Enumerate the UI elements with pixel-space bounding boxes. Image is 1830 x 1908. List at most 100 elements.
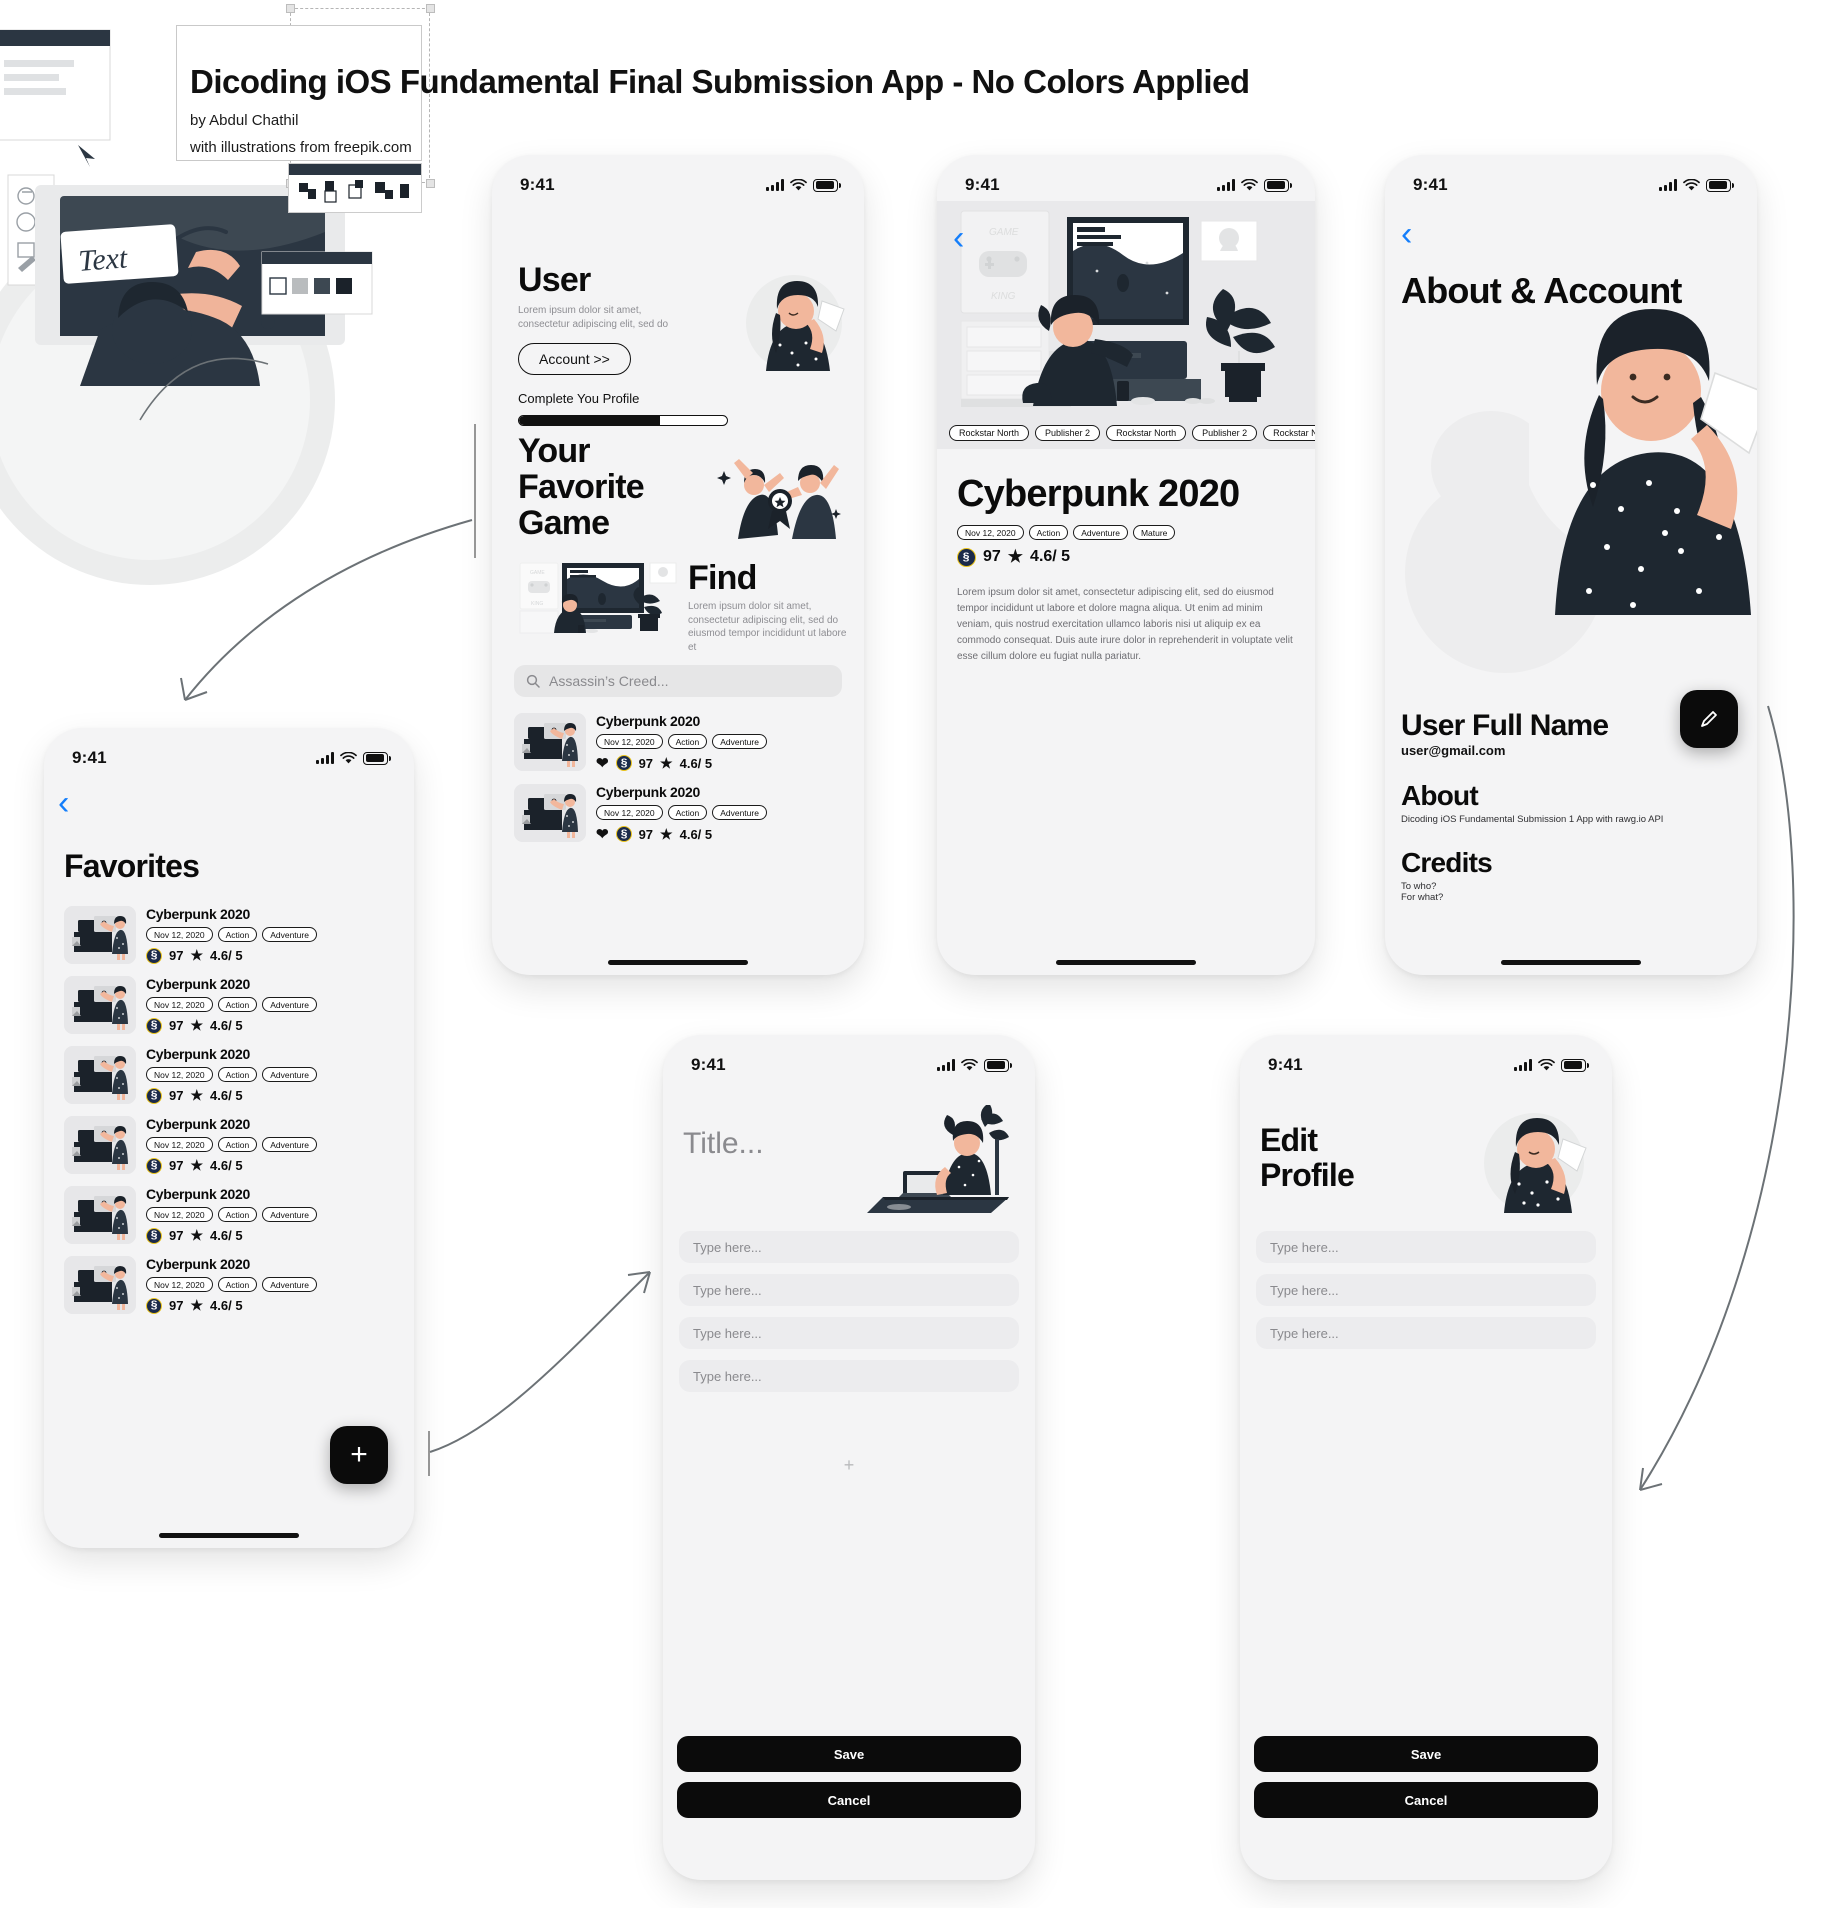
form-text-input[interactable]: Type here...: [1256, 1274, 1596, 1306]
battery-icon: [984, 1058, 1013, 1072]
page-title: Dicoding iOS Fundamental Final Submissio…: [190, 63, 1250, 100]
game-rating: 4.6/ 5: [210, 1298, 243, 1313]
game-tag[interactable]: Adventure: [262, 1067, 317, 1082]
game-list: Cyberpunk 2020 Nov 12, 2020 Action Adventu…: [514, 713, 848, 855]
publisher-chip[interactable]: Rockstar North: [949, 425, 1030, 441]
back-button[interactable]: ‹: [58, 786, 69, 820]
svg-text:GAME: GAME: [530, 570, 545, 576]
game-tag[interactable]: Action: [217, 927, 258, 942]
game-thumbnail: [514, 713, 586, 771]
game-tag[interactable]: Nov 12, 2020: [146, 1277, 213, 1292]
battery-icon: [813, 178, 842, 192]
marquee-handle[interactable]: [426, 179, 435, 188]
game-thumbnail: [514, 784, 586, 842]
wifi-icon: [961, 1058, 978, 1070]
game-list-item[interactable]: Cyberpunk 2020 Nov 12, 2020 Action Adventu…: [64, 1046, 398, 1104]
game-tag[interactable]: Adventure: [262, 997, 317, 1012]
form-text-input[interactable]: Type here...: [679, 1317, 1019, 1349]
favorite-game-heading: Your Favorite Game: [518, 432, 645, 543]
svg-text:KING: KING: [991, 291, 1016, 302]
illustration-credit: with illustrations from freepik.com: [190, 139, 412, 156]
form-text-input[interactable]: Type here...: [1256, 1317, 1596, 1349]
game-tag[interactable]: Nov 12, 2020: [146, 997, 213, 1012]
metacritic-icon: §: [957, 547, 976, 567]
game-stats: § 97 ★ 4.6/ 5: [146, 1087, 398, 1104]
publisher-chip[interactable]: Publisher 2: [1192, 425, 1258, 441]
form-text-input[interactable]: Type here...: [679, 1360, 1019, 1392]
game-tag[interactable]: Adventure: [712, 805, 767, 820]
game-tag[interactable]: Adventure: [262, 1207, 317, 1222]
game-thumbnail: [64, 1256, 136, 1314]
marquee-handle[interactable]: [426, 4, 435, 13]
game-list-item[interactable]: Cyberpunk 2020 Nov 12, 2020 Action Adventu…: [64, 1116, 398, 1174]
game-tag[interactable]: Adventure: [712, 734, 767, 749]
game-tag[interactable]: Nov 12, 2020: [146, 1137, 213, 1152]
form-field-list: Type here... Type here... Type here...: [1256, 1231, 1596, 1360]
home-indicator: [1056, 960, 1196, 965]
back-button[interactable]: ‹: [953, 221, 964, 255]
wifi-icon: [1241, 178, 1258, 190]
search-input[interactable]: Assassin’s Creed...: [514, 665, 842, 697]
game-tag[interactable]: Action: [217, 997, 258, 1012]
game-tag[interactable]: Nov 12, 2020: [596, 805, 663, 820]
game-list-item[interactable]: Cyberpunk 2020 Nov 12, 2020 Action Adventu…: [64, 1256, 398, 1314]
game-tag[interactable]: Action: [667, 734, 708, 749]
game-list-item[interactable]: Cyberpunk 2020 Nov 12, 2020 Action Adventu…: [514, 784, 848, 843]
find-illustration: GAME KING: [514, 559, 682, 637]
game-list-item[interactable]: Cyberpunk 2020 Nov 12, 2020 Action Adventu…: [64, 976, 398, 1034]
add-more-icon[interactable]: +: [844, 1455, 855, 1476]
svg-text:GAME: GAME: [989, 227, 1019, 238]
account-button[interactable]: Account >>: [518, 343, 631, 375]
form-text-input[interactable]: Type here...: [679, 1274, 1019, 1306]
game-list-item[interactable]: Cyberpunk 2020 Nov 12, 2020 Action Adventu…: [64, 906, 398, 964]
metacritic-score: 97: [169, 948, 184, 963]
back-button[interactable]: ‹: [1401, 217, 1412, 251]
metacritic-icon: §: [146, 1297, 162, 1314]
publisher-chip[interactable]: Publisher 2: [1035, 425, 1101, 441]
favorite-heart-icon[interactable]: ❤: [596, 825, 609, 843]
game-tag[interactable]: Adventure: [262, 927, 317, 942]
find-heading: Find: [688, 559, 757, 597]
save-button[interactable]: Save: [1254, 1736, 1598, 1772]
form-title-placeholder[interactable]: Title...: [683, 1127, 764, 1161]
game-tag[interactable]: Adventure: [262, 1277, 317, 1292]
game-title: Cyberpunk 2020: [146, 906, 250, 922]
game-rating: 4.6/ 5: [210, 1158, 243, 1173]
game-tag[interactable]: Adventure: [262, 1137, 317, 1152]
game-tag[interactable]: Action: [217, 1207, 258, 1222]
marquee-handle[interactable]: [286, 4, 295, 13]
game-tag[interactable]: Nov 12, 2020: [146, 1067, 213, 1082]
add-favorite-fab[interactable]: +: [330, 1426, 388, 1484]
mockup-canvas: Text Dicoding iOS Fundamental Final Subm…: [0, 0, 1830, 1908]
progress-label: Complete You Profile: [518, 391, 640, 406]
credits-line-2: For what?: [1401, 892, 1444, 903]
game-list-item[interactable]: Cyberpunk 2020 Nov 12, 2020 Action Adventu…: [514, 713, 848, 772]
game-tag[interactable]: Nov 12, 2020: [146, 927, 213, 942]
form-text-input[interactable]: Type here...: [1256, 1231, 1596, 1263]
game-tag[interactable]: Action: [217, 1137, 258, 1152]
game-tag[interactable]: Mature: [1132, 525, 1176, 540]
form-text-input[interactable]: Type here...: [679, 1231, 1019, 1263]
screen-edit-profile: 9:41 Edit Profile Type here... Type here…: [1240, 1035, 1612, 1880]
game-tag[interactable]: Action: [1028, 525, 1069, 540]
favorite-heart-icon[interactable]: ❤: [596, 754, 609, 772]
star-icon: ★: [190, 1227, 204, 1243]
game-tag[interactable]: Action: [217, 1277, 258, 1292]
game-tag[interactable]: Action: [667, 805, 708, 820]
cancel-button[interactable]: Cancel: [677, 1782, 1021, 1818]
game-rating: 4.6/ 5: [1030, 548, 1071, 565]
publisher-chip[interactable]: Rockstar N: [1263, 425, 1315, 441]
publisher-chip[interactable]: Rockstar North: [1106, 425, 1187, 441]
game-tag[interactable]: Adventure: [1073, 525, 1128, 540]
home-indicator: [608, 960, 748, 965]
game-tag[interactable]: Nov 12, 2020: [596, 734, 663, 749]
game-tag[interactable]: Action: [217, 1067, 258, 1082]
game-tag[interactable]: Nov 12, 2020: [957, 525, 1024, 540]
cellular-icon: [1217, 179, 1235, 191]
edit-profile-fab[interactable]: [1680, 690, 1738, 748]
game-tag[interactable]: Nov 12, 2020: [146, 1207, 213, 1222]
save-button[interactable]: Save: [677, 1736, 1021, 1772]
game-list-item[interactable]: Cyberpunk 2020 Nov 12, 2020 Action Adventu…: [64, 1186, 398, 1244]
cancel-button[interactable]: Cancel: [1254, 1782, 1598, 1818]
credits-line-1: To who?: [1401, 881, 1437, 892]
